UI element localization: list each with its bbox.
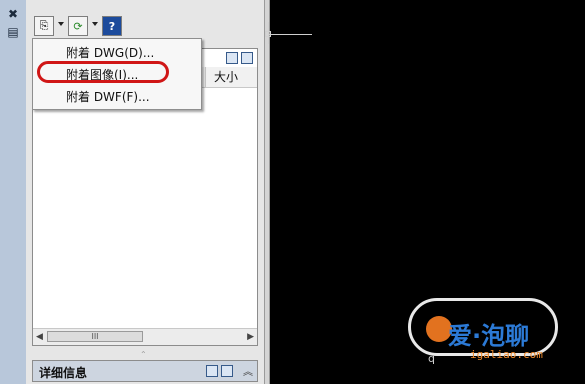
attach-button[interactable]: ⎘ [34, 16, 54, 36]
attach-dropdown-menu: 附着 DWG(D)... 附着图像(I)... 附着 DWF(F)... [32, 38, 202, 110]
horizontal-scrollbar[interactable]: ◀ III ▶ [33, 328, 257, 345]
crosshair-horizontal [268, 34, 312, 35]
tree-view-icon[interactable] [241, 52, 253, 64]
scroll-right-icon[interactable]: ▶ [247, 332, 254, 342]
palette-strip: ✖ ▤ [0, 0, 26, 384]
watermark-text: 爱·泡聊 [448, 322, 530, 350]
crosshair-pickbox [265, 31, 271, 37]
scroll-left-icon[interactable]: ◀ [36, 332, 43, 342]
refresh-button[interactable]: ⟳ [68, 16, 88, 36]
scroll-thumb[interactable]: III [47, 331, 143, 342]
preview-view-icon[interactable] [221, 365, 233, 377]
list-view-icon[interactable] [226, 52, 238, 64]
attach-dropdown-arrow[interactable] [58, 22, 64, 26]
highlight-ellipse [37, 61, 169, 83]
details-view-icon[interactable] [206, 365, 218, 377]
refresh-dropdown-arrow[interactable] [92, 22, 98, 26]
help-button[interactable]: ? [102, 16, 122, 36]
menu-item-attach-dwg[interactable]: 附着 DWG(D)... [66, 43, 154, 63]
menu-item-attach-dwf[interactable]: 附着 DWF(F)... [66, 87, 150, 107]
collapse-icon[interactable]: ︽ [243, 363, 253, 378]
watermark-url: igaliao.com [470, 348, 543, 361]
help-icon: ? [108, 19, 116, 33]
details-label: 详细信息 [39, 366, 88, 380]
close-icon[interactable]: ✖ [5, 6, 21, 22]
details-view-group [206, 365, 233, 377]
column-header-size[interactable]: 大小 [205, 67, 257, 87]
details-pane-header: 详细信息 ︽ [32, 360, 258, 382]
refresh-icon: ⟳ [73, 19, 83, 33]
attach-icon: ⎘ [39, 19, 49, 32]
palette-splitter[interactable] [264, 0, 270, 384]
watermark-sub: q [428, 352, 435, 365]
palette-toolbar: ⎘ ⟳ ? [32, 12, 258, 40]
properties-icon[interactable]: ▤ [5, 24, 21, 40]
view-toggle-group [226, 52, 253, 64]
